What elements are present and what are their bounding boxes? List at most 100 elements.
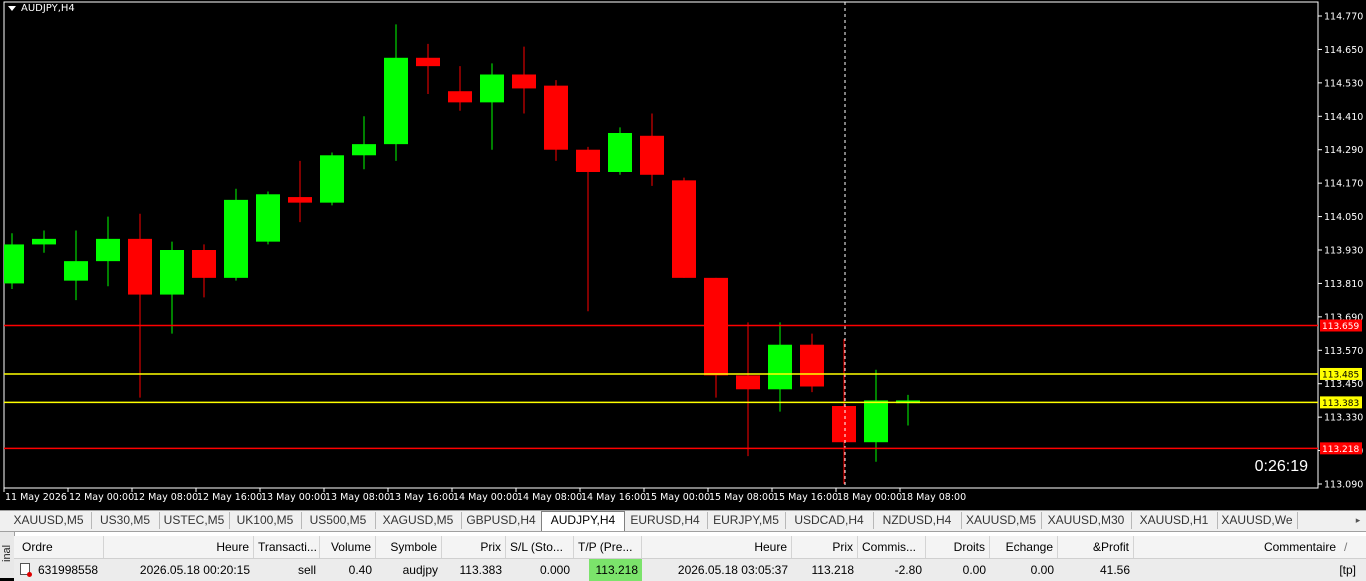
cell-commentaire: [tp] bbox=[1339, 563, 1356, 577]
tab-xauusd-m5[interactable]: XAUUSD,M5 bbox=[961, 512, 1042, 529]
price-axis-label: 114.410 bbox=[1324, 112, 1363, 123]
cell-symbole: audjpy bbox=[402, 563, 438, 577]
price-axis-label: 114.170 bbox=[1324, 179, 1363, 190]
time-axis-label: 14 May 08:00 bbox=[517, 492, 582, 503]
terminal-side-text: inal bbox=[1, 544, 13, 562]
price-level-label: 113.659 bbox=[1322, 322, 1359, 332]
time-axis-label: 18 May 00:00 bbox=[837, 492, 902, 503]
col-commission[interactable]: Commis... bbox=[858, 536, 926, 558]
time-axis-label: 14 May 16:00 bbox=[581, 492, 646, 503]
terminal-panel: inal Ordre Heure Transacti... Volume Sym… bbox=[0, 531, 1366, 581]
candle-body bbox=[32, 238, 56, 245]
cell-transaction: sell bbox=[297, 563, 316, 577]
cell-profit: 41.56 bbox=[1099, 563, 1130, 577]
candle-body bbox=[4, 244, 24, 284]
col-ordre[interactable]: Ordre bbox=[14, 536, 104, 558]
tab-xauusd-we[interactable]: XAUUSD,We bbox=[1217, 512, 1298, 529]
tab-xauusd-m30[interactable]: XAUUSD,M30 bbox=[1041, 512, 1132, 529]
candle-body bbox=[608, 133, 632, 172]
tab-xauusd-h1[interactable]: XAUUSD,H1 bbox=[1131, 512, 1218, 529]
col-sl[interactable]: S/L (Sto... bbox=[506, 536, 574, 558]
terminal-side-label[interactable]: inal bbox=[0, 532, 15, 578]
candle-body bbox=[544, 85, 568, 150]
tab-xagusd-m5[interactable]: XAGUSD,M5 bbox=[375, 512, 462, 529]
cell-prix: 113.383 bbox=[459, 563, 503, 577]
time-axis-label: 12 May 16:00 bbox=[197, 492, 262, 503]
candle-body bbox=[768, 344, 792, 390]
col-prix2[interactable]: Prix bbox=[792, 536, 858, 558]
price-axis-label: 114.290 bbox=[1324, 145, 1363, 156]
col-heure2[interactable]: Heure bbox=[642, 536, 792, 558]
candle-body bbox=[288, 197, 312, 203]
plot-border bbox=[3, 1, 1319, 489]
tab-eurjpy-m5[interactable]: EURJPY,M5 bbox=[707, 512, 786, 529]
price-axis-label: 113.810 bbox=[1324, 279, 1363, 290]
time-axis-label: 13 May 08:00 bbox=[325, 492, 390, 503]
col-heure[interactable]: Heure bbox=[104, 536, 254, 558]
price-level-label: 113.485 bbox=[1322, 370, 1359, 380]
price-axis-label: 113.090 bbox=[1324, 480, 1363, 491]
tab-nzdusd-h4[interactable]: NZDUSD,H4 bbox=[873, 512, 962, 529]
col-prix[interactable]: Prix bbox=[442, 536, 506, 558]
tab-eurusd-h4[interactable]: EURUSD,H4 bbox=[623, 512, 708, 529]
col-volume[interactable]: Volume bbox=[320, 536, 376, 558]
price-axis-label: 114.050 bbox=[1324, 212, 1363, 223]
order-icon bbox=[20, 563, 32, 577]
time-axis-label: 12 May 08:00 bbox=[133, 492, 198, 503]
cell-tp: 113.218 bbox=[589, 559, 642, 581]
terminal-header-row: Ordre Heure Transacti... Volume Symbole … bbox=[14, 536, 1366, 559]
tab-us30-m5[interactable]: US30,M5 bbox=[91, 512, 160, 529]
col-droits[interactable]: Droits bbox=[926, 536, 990, 558]
time-axis-label: 14 May 00:00 bbox=[453, 492, 518, 503]
candle-body bbox=[736, 375, 760, 390]
sort-indicator: / bbox=[1344, 540, 1348, 554]
cell-sl: 0.000 bbox=[539, 563, 570, 577]
candle-body bbox=[96, 238, 120, 262]
col-transaction[interactable]: Transacti... bbox=[254, 536, 320, 558]
chart-menu-triangle-icon bbox=[8, 5, 16, 11]
price-axis-label: 113.930 bbox=[1324, 246, 1363, 257]
candle-body bbox=[512, 74, 536, 89]
candle-body bbox=[192, 250, 216, 278]
candle-body bbox=[320, 155, 344, 203]
candle-body bbox=[672, 180, 696, 278]
tab-us500-m5[interactable]: US500,M5 bbox=[301, 512, 376, 529]
col-commentaire[interactable]: Commentaire bbox=[1134, 536, 1340, 558]
candlestick-chart[interactable]: 114.770 114.650 114.530 114.410 114.290 114.1… bbox=[0, 0, 1366, 510]
candle-body bbox=[352, 144, 376, 156]
cell-volume: 0.40 bbox=[348, 563, 372, 577]
chart-symbol-text: AUDJPY,H4 bbox=[21, 3, 75, 14]
time-axis-label: 15 May 00:00 bbox=[645, 492, 710, 503]
tab-xauusd-m5[interactable]: XAUUSD,M5 bbox=[6, 512, 92, 529]
tab-usdcad-h4[interactable]: USDCAD,H4 bbox=[785, 512, 874, 529]
table-row[interactable]: 631998558 2026.05.18 00:20:15 sell 0.40 … bbox=[14, 559, 1366, 581]
candle-body bbox=[160, 250, 184, 295]
col-profit[interactable]: &Profit bbox=[1058, 536, 1134, 558]
tab-uk100-m5[interactable]: UK100,M5 bbox=[229, 512, 302, 529]
price-axis-label: 114.650 bbox=[1324, 45, 1363, 56]
candle-body bbox=[576, 149, 600, 172]
candle-body bbox=[256, 194, 280, 242]
col-symbole[interactable]: Symbole bbox=[376, 536, 442, 558]
candle-body bbox=[480, 74, 504, 103]
cell-prix2: 113.218 bbox=[811, 563, 855, 577]
cell-echange: 0.00 bbox=[1030, 563, 1054, 577]
tab-audjpy-h4[interactable]: AUDJPY,H4 bbox=[541, 511, 625, 531]
col-echange[interactable]: Echange bbox=[990, 536, 1058, 558]
cell-droits: 0.00 bbox=[962, 563, 986, 577]
price-axis-label: 114.530 bbox=[1324, 78, 1363, 89]
bar-countdown: 0:26:19 bbox=[1254, 458, 1308, 475]
time-axis-label: 12 May 00:00 bbox=[69, 492, 134, 503]
tab-ustec-m5[interactable]: USTEC,M5 bbox=[159, 512, 230, 529]
tab-gbpusd-h4[interactable]: GBPUSD,H4 bbox=[461, 512, 542, 529]
price-level-label: 113.218 bbox=[1322, 445, 1359, 455]
chart-area[interactable]: 114.770 114.650 114.530 114.410 114.290 114.1… bbox=[0, 0, 1366, 510]
candle-body bbox=[128, 238, 152, 295]
price-axis-label: 113.330 bbox=[1324, 413, 1363, 424]
col-tp[interactable]: T/P (Pre... bbox=[574, 536, 642, 558]
candle-body bbox=[224, 199, 248, 278]
price-axis-label: 114.770 bbox=[1324, 12, 1363, 23]
tab-scroll-right-icon[interactable]: ▸ bbox=[1352, 513, 1364, 527]
candle-body bbox=[384, 57, 408, 145]
candle-body bbox=[704, 277, 728, 376]
